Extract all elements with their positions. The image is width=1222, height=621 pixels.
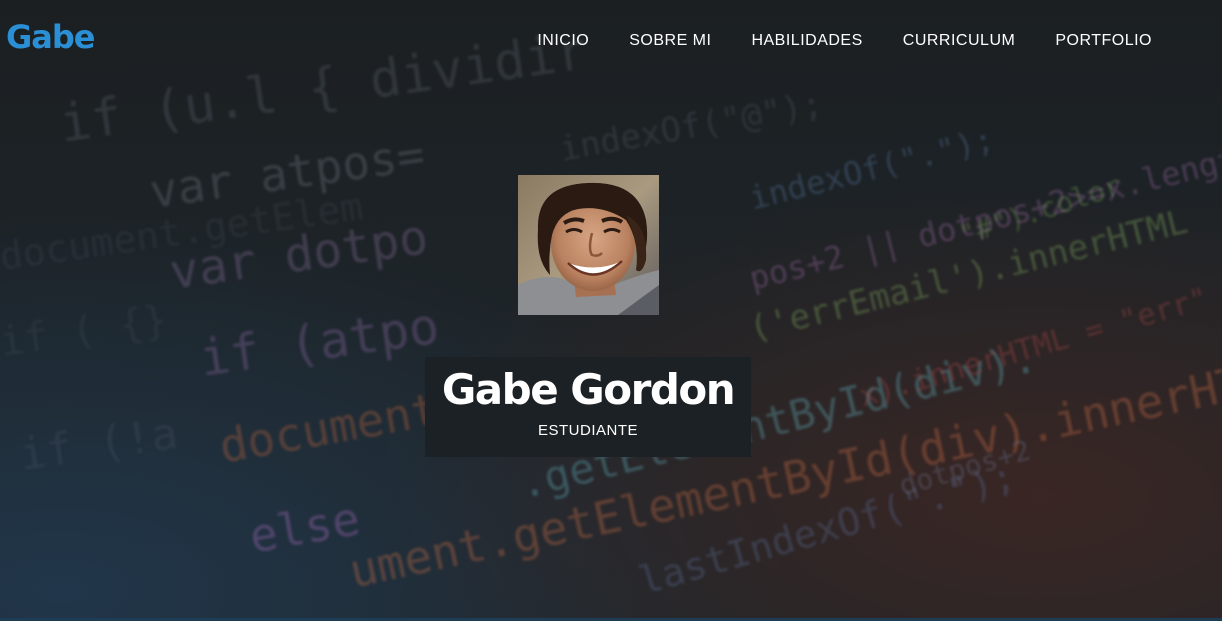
code-line: if (!a xyxy=(16,408,181,481)
nav-item-curriculum: CURRICULUM xyxy=(903,30,1016,50)
navbar: Gabe INICIO SOBRE MI HABILIDADES CURRICU… xyxy=(0,0,1222,80)
nav-link-habilidades[interactable]: HABILIDADES xyxy=(751,32,862,49)
hero-role: ESTUDIANTE xyxy=(537,422,638,439)
nav-link-sobre-mi[interactable]: SOBRE MI xyxy=(629,32,711,49)
avatar-illustration xyxy=(518,175,659,315)
profile-photo xyxy=(518,175,659,315)
page: if (u.l { dividir var atpos= var dotpo d… xyxy=(0,0,1222,621)
hero-name: Gabe Gordon xyxy=(441,365,736,414)
nav-link-portfolio[interactable]: PORTFOLIO xyxy=(1055,32,1152,49)
hero-section: Gabe Gordon ESTUDIANTE xyxy=(425,175,751,457)
code-line: document xyxy=(215,381,443,474)
nav-item-sobre-mi: SOBRE MI xyxy=(629,30,711,50)
nav-menu: INICIO SOBRE MI HABILIDADES CURRICULUM P… xyxy=(537,30,1152,50)
nav-item-portfolio: PORTFOLIO xyxy=(1055,30,1152,50)
code-line: if (atpo xyxy=(195,296,443,388)
nav-item-habilidades: HABILIDADES xyxy=(751,30,862,50)
nav-link-inicio[interactable]: INICIO xyxy=(537,32,589,49)
brand-logo[interactable]: Gabe xyxy=(6,18,95,56)
nav-link-curriculum[interactable]: CURRICULUM xyxy=(903,32,1016,49)
code-line: indexOf("."); xyxy=(745,119,998,218)
code-line: indexOf("@"); xyxy=(556,84,826,170)
code-line: if ( {} xyxy=(0,296,171,366)
nav-item-inicio: INICIO xyxy=(537,30,589,50)
